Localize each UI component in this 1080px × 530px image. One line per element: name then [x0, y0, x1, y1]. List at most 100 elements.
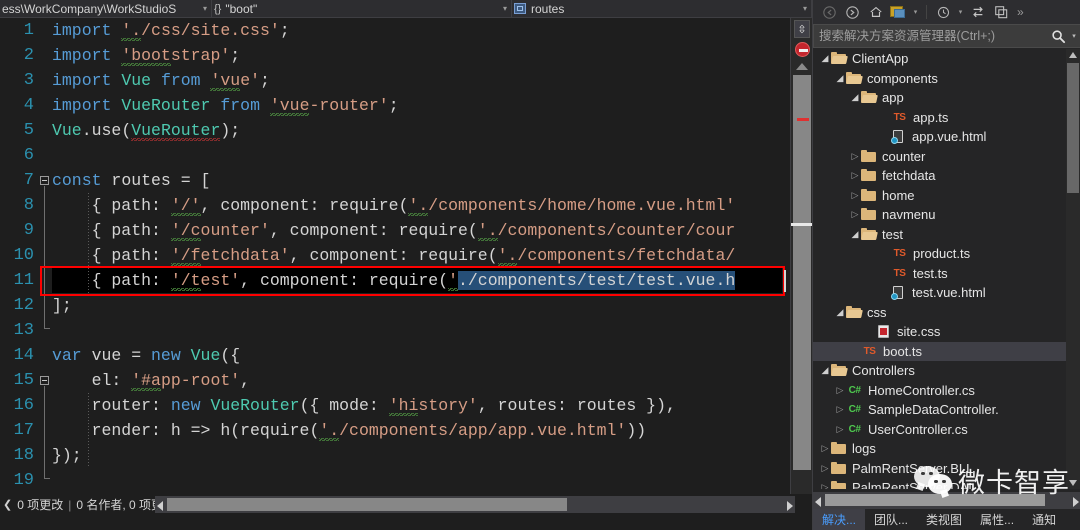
scroll-down-arrow[interactable] — [1069, 480, 1077, 486]
scroll-right-arrow[interactable] — [1073, 497, 1079, 507]
tree-item-clientapp[interactable]: ◢ ClientApp — [813, 49, 1080, 69]
tree-item-usercontroller-cs[interactable]: ▷ C# UserController.cs — [813, 420, 1080, 440]
tree-item-product-ts[interactable]: TS product.ts — [813, 244, 1080, 264]
tree-item-home[interactable]: ▷ home — [813, 186, 1080, 206]
tool-window-tabs[interactable]: 解决... 团队... 类视图 属性... 通知 — [813, 508, 1080, 530]
code-line: { path: '/fetchdata', component: require… — [52, 246, 736, 266]
back-arrow-icon[interactable] — [819, 2, 840, 22]
stop-icon[interactable] — [795, 42, 810, 57]
editor-horizontal-scrollbar[interactable] — [155, 496, 795, 513]
expander-closed-icon[interactable]: ▷ — [849, 170, 861, 181]
fold-dots — [44, 270, 45, 292]
expander-open-icon[interactable]: ◢ — [849, 92, 861, 103]
tree-item-components[interactable]: ◢ components — [813, 69, 1080, 89]
code-surface[interactable]: 1 2 3 4 5 6 7 8 9 10 11 12 13 14 15 16 1… — [0, 18, 812, 494]
tree-item-test[interactable]: ◢ test — [813, 225, 1080, 245]
tree-item-test-ts[interactable]: TS test.ts — [813, 264, 1080, 284]
expander-closed-icon[interactable]: ▷ — [849, 190, 861, 201]
expander-closed-icon[interactable]: ▷ — [849, 151, 861, 162]
expander-closed-icon[interactable]: ▷ — [819, 463, 831, 474]
tree-item-site-css[interactable]: site.css — [813, 322, 1080, 342]
tree-item-palmrentserver-dal[interactable]: ▷ PalmRentServer.DAL — [813, 478, 1080, 489]
forward-arrow-icon[interactable] — [842, 2, 863, 22]
expander-closed-icon[interactable]: ▷ — [849, 209, 861, 220]
tree-item-boot-ts[interactable]: TS boot.ts — [813, 341, 1080, 361]
tree-horizontal-scrollbar[interactable] — [813, 492, 1080, 508]
hscrollbar-thumb[interactable] — [825, 494, 1045, 506]
expander-closed-icon[interactable]: ▷ — [834, 404, 846, 415]
tool-window-tab-4[interactable]: 通知 — [1023, 509, 1065, 530]
braces-icon: {} — [214, 2, 222, 15]
expander-open-icon[interactable]: ◢ — [849, 229, 861, 240]
fold-toggle-vue[interactable] — [40, 376, 49, 385]
home-icon[interactable] — [865, 2, 886, 22]
expander-open-icon[interactable]: ◢ — [834, 73, 846, 84]
prev-change-icon[interactable]: ❮ — [3, 498, 12, 511]
scroll-up-arrow[interactable] — [796, 63, 808, 70]
outlining-column[interactable] — [38, 18, 52, 494]
tree-item-test-vue-html[interactable]: test.vue.html — [813, 283, 1080, 303]
expander-closed-icon[interactable]: ▷ — [834, 385, 846, 396]
code-text-layer[interactable]: import './css/site.css'; import 'bootstr… — [52, 18, 782, 494]
scroll-up-arrow[interactable] — [1069, 52, 1077, 58]
tree-item-label: fetchdata — [882, 168, 936, 184]
line-number: 19 — [13, 471, 34, 490]
scroll-right-arrow[interactable] — [787, 501, 793, 511]
tree-item-homecontroller-cs[interactable]: ▷ C# HomeController.cs — [813, 381, 1080, 401]
toolbar-separator — [926, 5, 927, 19]
vue-html-file-icon — [891, 285, 907, 300]
tree-item-controllers[interactable]: ◢ Controllers — [813, 361, 1080, 381]
project-path-dropdown[interactable]: ess\WorkCompany\WorkStudioS ▾ — [0, 0, 212, 18]
scroll-left-arrow[interactable] — [815, 497, 821, 507]
tree-item-fetchdata[interactable]: ▷ fetchdata — [813, 166, 1080, 186]
editor-vertical-scrollbar[interactable]: ⇳ — [790, 18, 813, 494]
expander-open-icon[interactable]: ◢ — [834, 307, 846, 318]
tool-window-tab-0[interactable]: 解决... — [813, 508, 866, 530]
expander-closed-icon[interactable]: ▷ — [819, 482, 831, 489]
tree-item-app[interactable]: ◢ app — [813, 88, 1080, 108]
tree-item-navmenu[interactable]: ▷ navmenu — [813, 205, 1080, 225]
code-editor-pane: ess\WorkCompany\WorkStudioS ▾ {} "boot" … — [0, 0, 813, 530]
tool-window-tab-3[interactable]: 属性... — [971, 509, 1023, 530]
tree-item-app-ts[interactable]: TS app.ts — [813, 108, 1080, 128]
split-view-handle[interactable]: ⇳ — [794, 20, 810, 38]
expander-open-icon[interactable]: ◢ — [819, 53, 831, 64]
member-dropdown[interactable]: routes ▾ — [512, 0, 812, 18]
collapse-all-icon[interactable] — [990, 2, 1011, 22]
sync-folder-icon[interactable] — [888, 2, 909, 22]
tree-item-label: css — [867, 304, 887, 320]
folder-icon — [831, 442, 847, 455]
scroll-left-arrow[interactable] — [157, 501, 163, 511]
search-icon[interactable] — [1048, 25, 1068, 47]
tree-vertical-scrollbar[interactable] — [1066, 49, 1080, 489]
chevron-down-icon[interactable]: ▾ — [911, 2, 920, 22]
fold-toggle-routes[interactable] — [40, 176, 49, 185]
css-file-icon — [876, 324, 892, 339]
tree-item-sampledatacontroller[interactable]: ▷ C# SampleDataController. — [813, 400, 1080, 420]
line-number: 11 — [13, 271, 34, 290]
hscrollbar-thumb[interactable] — [167, 498, 567, 511]
tree-item-logs[interactable]: ▷ logs — [813, 439, 1080, 459]
chevron-down-icon[interactable]: ▾ — [1068, 25, 1080, 47]
tree-item-palmrentserver-bll[interactable]: ▷ PalmRentServer.BLL — [813, 459, 1080, 479]
scrollbar-thumb[interactable] — [793, 75, 811, 470]
solution-explorer-search[interactable]: ▾ — [813, 24, 1080, 48]
tool-window-tab-2[interactable]: 类视图 — [917, 509, 971, 530]
scrollbar-thumb[interactable] — [1067, 63, 1079, 193]
solution-tree[interactable]: ◢ ClientApp ◢ components ◢ app TS app.ts app.vue… — [813, 49, 1080, 489]
tree-item-counter[interactable]: ▷ counter — [813, 147, 1080, 167]
expander-closed-icon[interactable]: ▷ — [834, 424, 846, 435]
refresh-icon[interactable] — [967, 2, 988, 22]
tool-window-tab-1[interactable]: 团队... — [865, 509, 917, 530]
search-input[interactable] — [814, 29, 1048, 43]
chevron-down-icon[interactable]: ▾ — [956, 2, 965, 22]
folder-open-icon — [861, 91, 878, 104]
clock-icon[interactable] — [933, 2, 954, 22]
tree-item-css[interactable]: ◢ css — [813, 303, 1080, 323]
scope-dropdown[interactable]: {} "boot" ▾ — [212, 0, 512, 18]
expander-closed-icon[interactable]: ▷ — [819, 443, 831, 454]
tree-item-app-vue-html[interactable]: app.vue.html — [813, 127, 1080, 147]
expander-open-icon[interactable]: ◢ — [819, 365, 831, 376]
overflow-icon[interactable]: » — [1017, 5, 1024, 19]
code-line: import 'bootstrap'; — [52, 46, 241, 66]
